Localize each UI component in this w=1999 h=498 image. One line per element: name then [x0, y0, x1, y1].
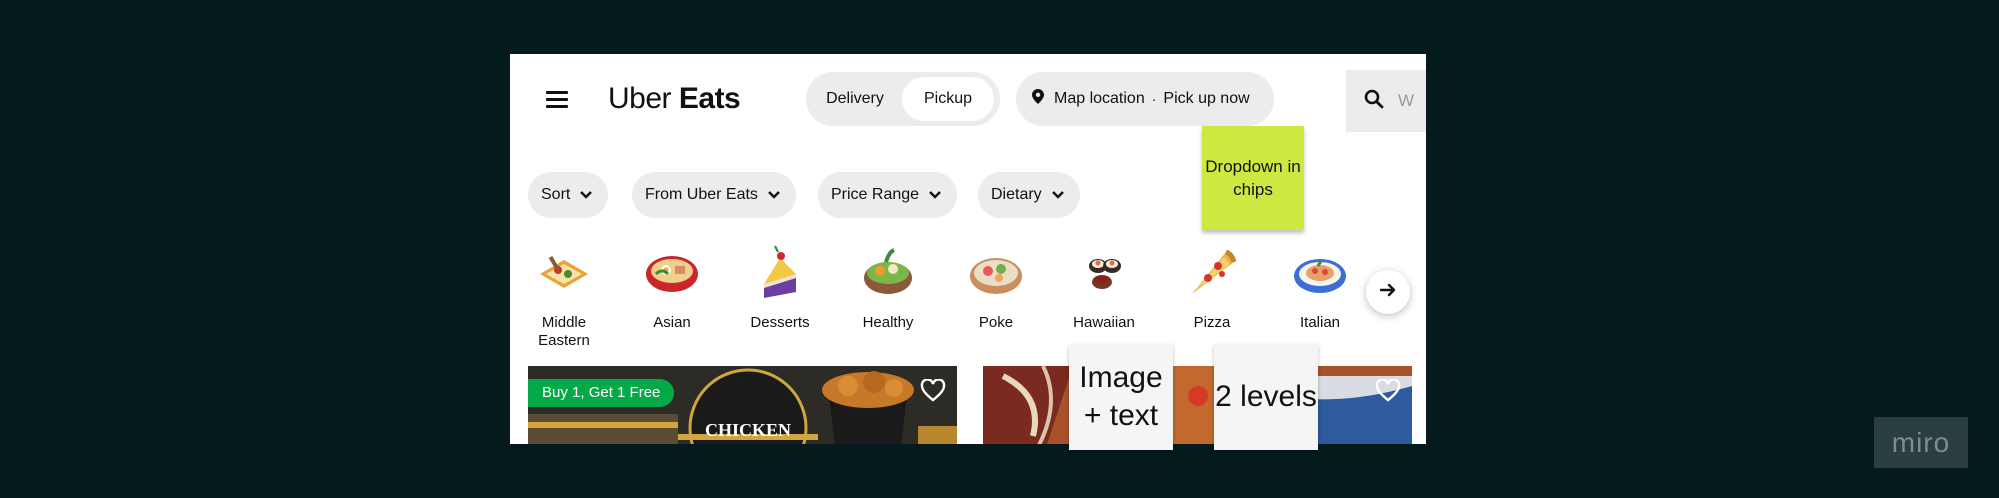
category-label: Asian: [653, 314, 691, 331]
chip-label: Dietary: [991, 186, 1042, 203]
search-input[interactable]: W: [1346, 70, 1426, 132]
favorite-heart-icon[interactable]: [920, 378, 946, 403]
category-label: Healthy: [862, 314, 914, 331]
two-levels-note: 2 levels: [1214, 344, 1318, 450]
location-separator: ·: [1151, 91, 1157, 107]
chevron-down-icon: [768, 186, 780, 204]
chevron-down-icon: [929, 186, 941, 204]
category-label: Desserts: [750, 314, 810, 331]
delivery-tab[interactable]: Delivery: [812, 77, 898, 121]
store-card[interactable]: [983, 366, 1412, 444]
logo-uber: Uber: [608, 82, 672, 115]
logo-eats: Eats: [678, 82, 741, 115]
sort-chip[interactable]: Sort: [528, 172, 609, 218]
category-asian[interactable]: Asian: [626, 244, 718, 332]
dropdown-in-chips-note: Dropdown in chips: [1202, 126, 1304, 230]
miro-watermark: miro: [1874, 417, 1968, 468]
category-desserts[interactable]: Desserts: [734, 244, 826, 332]
note-text: 2 levels: [1215, 380, 1317, 413]
chip-label: Sort: [541, 186, 571, 203]
pickup-time: Pick up now: [1163, 90, 1250, 107]
location-pin-icon: [1032, 89, 1044, 109]
category-middle-eastern[interactable]: Middle Eastern: [518, 244, 610, 350]
category-pizza[interactable]: Pizza: [1166, 244, 1258, 332]
category-hawaiian[interactable]: Hawaiian: [1058, 244, 1150, 332]
store-card[interactable]: CHICKEN Buy 1, Get 1 Free: [528, 366, 957, 444]
location-selector[interactable]: Map location · Pick up now: [1016, 72, 1274, 126]
promo-badge: Buy 1, Get 1 Free: [528, 379, 675, 407]
carousel-next-button[interactable]: [1366, 270, 1410, 314]
category-label: Pizza: [1193, 314, 1231, 331]
from-uber-eats-chip[interactable]: From Uber Eats: [632, 172, 796, 218]
category-italian[interactable]: Italian: [1274, 244, 1366, 332]
chip-label: Price Range: [831, 186, 920, 203]
poke-icon: [966, 244, 1026, 300]
category-label: Middle Eastern: [538, 314, 590, 349]
store-brand-text: CHICKEN: [704, 420, 791, 440]
healthy-food-icon: [858, 244, 918, 300]
note-text: Image + text: [1079, 361, 1163, 432]
chevron-down-icon: [1051, 186, 1064, 204]
uber-eats-logo[interactable]: Uber Eats: [608, 82, 741, 116]
delivery-mode-toggle: Delivery Pickup: [806, 72, 1000, 126]
desserts-icon: [750, 244, 810, 300]
search-placeholder: W: [1398, 91, 1415, 110]
store-image: [983, 366, 1412, 444]
price-range-chip[interactable]: Price Range: [818, 172, 958, 218]
category-healthy[interactable]: Healthy: [842, 244, 934, 332]
image-text-note: Image + text: [1069, 344, 1173, 450]
chevron-down-icon: [580, 186, 593, 204]
category-label: Hawaiian: [1073, 314, 1135, 331]
middle-eastern-food-icon: [534, 244, 594, 300]
pickup-tab[interactable]: Pickup: [902, 77, 994, 121]
asian-food-icon: [642, 244, 702, 300]
category-poke[interactable]: Poke: [950, 244, 1042, 332]
category-label: Italian: [1299, 314, 1341, 331]
category-label: Poke: [978, 314, 1014, 331]
location-text: Map location: [1054, 90, 1145, 107]
pizza-icon: [1182, 244, 1242, 300]
dietary-chip[interactable]: Dietary: [978, 172, 1080, 218]
arrow-right-icon: [1379, 283, 1396, 302]
search-icon: [1364, 89, 1384, 114]
chip-label: From Uber Eats: [645, 186, 758, 203]
favorite-heart-icon[interactable]: [1375, 378, 1401, 403]
note-text: Dropdown in chips: [1205, 157, 1301, 199]
hawaiian-food-icon: [1074, 244, 1134, 300]
italian-food-icon: [1290, 244, 1350, 300]
menu-icon[interactable]: [546, 91, 568, 109]
